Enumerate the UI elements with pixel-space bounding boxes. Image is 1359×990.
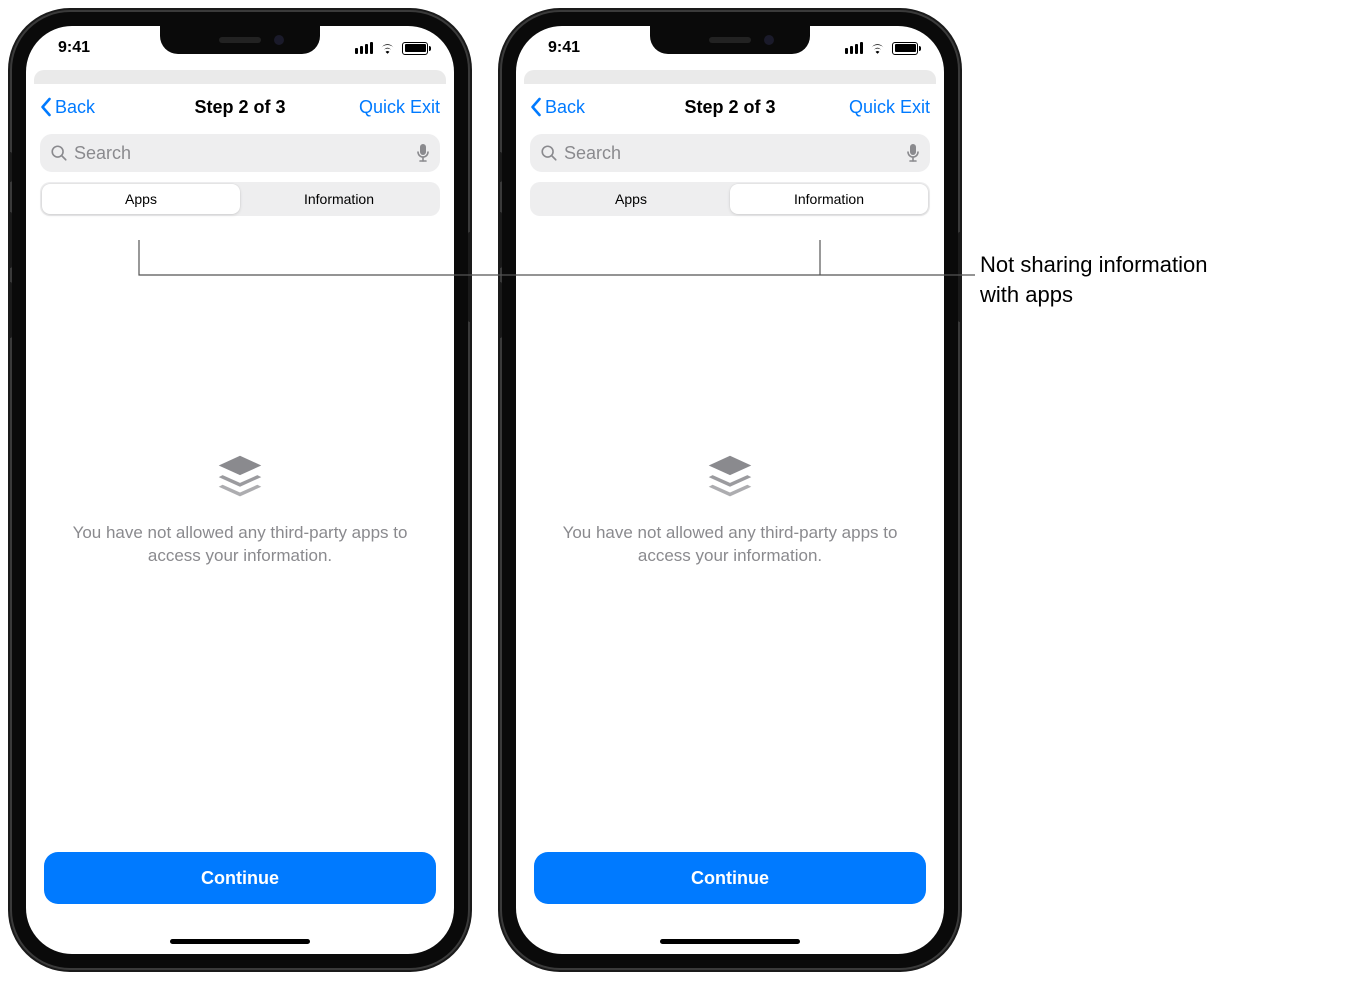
search-placeholder: Search [74,143,410,164]
nav-bar: Back Step 2 of 3 Quick Exit [516,84,944,130]
screen: 9:41 Back Step 2 of 3 Quick Exit [516,26,944,954]
back-button[interactable]: Back [530,97,585,118]
search-input[interactable]: Search [530,134,930,172]
stack-icon [211,450,269,508]
cellular-signal-icon [355,42,373,54]
battery-icon [402,42,428,55]
empty-state: You have not allowed any third-party app… [26,226,454,852]
back-label: Back [545,97,585,118]
search-icon [540,144,558,162]
callout-label: Not sharing information with apps [980,250,1207,309]
continue-button[interactable]: Continue [534,852,926,904]
screen: 9:41 Back Step 2 of 3 Quick Exit [26,26,454,954]
mic-icon[interactable] [416,143,430,163]
tab-information[interactable]: Information [730,184,928,214]
nav-title: Step 2 of 3 [684,97,775,118]
callout-line-2: with apps [980,282,1073,307]
chevron-left-icon [530,97,543,117]
stack-icon [701,450,759,508]
search-input[interactable]: Search [40,134,440,172]
back-button[interactable]: Back [40,97,95,118]
back-label: Back [55,97,95,118]
callout-line-1: Not sharing information [980,252,1207,277]
quick-exit-button[interactable]: Quick Exit [849,97,930,118]
empty-state-text: You have not allowed any third-party app… [56,522,424,568]
empty-state: You have not allowed any third-party app… [516,226,944,852]
mute-switch [8,152,12,182]
wifi-icon [869,42,886,55]
nav-title: Step 2 of 3 [194,97,285,118]
segmented-control: Apps Information [40,182,440,216]
sheet-backdrop [34,70,446,84]
segmented-control: Apps Information [530,182,930,216]
mic-icon[interactable] [906,143,920,163]
phone-frame-right: 9:41 Back Step 2 of 3 Quick Exit [500,10,960,970]
empty-state-text: You have not allowed any third-party app… [546,522,914,568]
tab-apps[interactable]: Apps [532,184,730,214]
side-button [958,232,962,322]
home-indicator[interactable] [170,939,310,944]
notch [160,26,320,54]
search-icon [50,144,68,162]
home-indicator[interactable] [660,939,800,944]
wifi-icon [379,42,396,55]
mute-switch [498,152,502,182]
phone-frame-left: 9:41 Back Step 2 of 3 Quick Exit [10,10,470,970]
volume-up-button [498,212,502,268]
tab-information[interactable]: Information [240,184,438,214]
notch [650,26,810,54]
continue-button[interactable]: Continue [44,852,436,904]
tab-apps[interactable]: Apps [42,184,240,214]
quick-exit-button[interactable]: Quick Exit [359,97,440,118]
sheet-backdrop [524,70,936,84]
nav-bar: Back Step 2 of 3 Quick Exit [26,84,454,130]
cellular-signal-icon [845,42,863,54]
status-time: 9:41 [58,39,90,57]
side-button [468,232,472,322]
search-placeholder: Search [564,143,900,164]
chevron-left-icon [40,97,53,117]
volume-down-button [8,282,12,338]
volume-up-button [8,212,12,268]
volume-down-button [498,282,502,338]
battery-icon [892,42,918,55]
status-time: 9:41 [548,39,580,57]
